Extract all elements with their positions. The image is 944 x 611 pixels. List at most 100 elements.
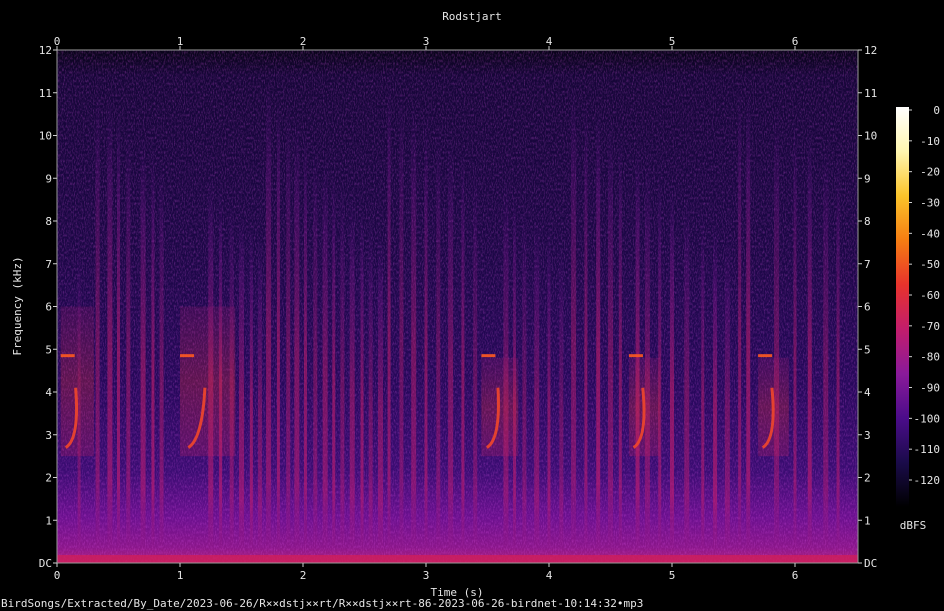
y-tick-label-right: 4 bbox=[864, 386, 871, 399]
y-tick-label: 11 bbox=[39, 87, 52, 100]
y-tick-label: 1 bbox=[45, 514, 52, 527]
click-streak bbox=[670, 186, 674, 551]
x-tick-label: 5 bbox=[669, 569, 676, 582]
click-streak bbox=[522, 203, 527, 551]
colorbar-tick-label: 0 bbox=[933, 104, 940, 117]
x-tick-label: 0 bbox=[54, 569, 61, 582]
spectrogram-plot bbox=[57, 50, 858, 563]
colorbar-ticks: 0 -10 -20 -30 -40 -50 -60 -70 -80 -90 -100 -110 -120 bbox=[909, 104, 940, 487]
click-streak bbox=[746, 92, 751, 551]
y-tick-label-right: 8 bbox=[864, 215, 871, 228]
click-streak bbox=[436, 126, 441, 551]
click-streak bbox=[249, 225, 253, 551]
colorbar-tick-label: -50 bbox=[920, 258, 940, 271]
click-streak bbox=[836, 156, 840, 551]
click-streak bbox=[559, 242, 564, 551]
click-streak bbox=[159, 161, 164, 551]
click-streak bbox=[584, 97, 588, 551]
colorbar-tick-label: -90 bbox=[920, 382, 940, 395]
x-tick-label: 6 bbox=[792, 569, 799, 582]
x-tick-label-top: 1 bbox=[177, 35, 184, 48]
click-streak bbox=[807, 131, 812, 551]
click-streak bbox=[349, 195, 355, 551]
click-streak bbox=[294, 118, 300, 551]
y-tick-label: DC bbox=[39, 557, 52, 570]
colorbar: 0 -10 -20 -30 -40 -50 -60 -70 -80 -90 -100 -110 -120… bbox=[896, 104, 940, 532]
x-tick-label-top: 6 bbox=[792, 35, 799, 48]
click-streak bbox=[151, 148, 155, 551]
y-tick-label: 3 bbox=[45, 429, 52, 442]
click-streak bbox=[424, 114, 428, 551]
click-streak bbox=[313, 144, 318, 551]
click-streak bbox=[618, 135, 622, 551]
x-tick-label-top: 0 bbox=[54, 35, 61, 48]
click-streak bbox=[377, 233, 383, 551]
click-streak bbox=[340, 182, 345, 551]
click-streak bbox=[95, 84, 100, 551]
click-streak bbox=[360, 208, 364, 551]
y-tick-label-right: 12 bbox=[864, 44, 877, 57]
y-axis-label: Frequency (kHz) bbox=[11, 256, 24, 355]
y-tick-label-right: 9 bbox=[864, 172, 871, 185]
x-tick-label-top: 2 bbox=[300, 35, 307, 48]
click-streak bbox=[473, 165, 478, 551]
song-phrase-region bbox=[180, 306, 236, 457]
click-streak bbox=[534, 216, 540, 551]
click-streak bbox=[635, 148, 640, 551]
click-streak bbox=[239, 212, 244, 551]
x-tick-label: 4 bbox=[546, 569, 553, 582]
colorbar-tick-label: -40 bbox=[920, 227, 940, 240]
colorbar-gradient bbox=[896, 107, 909, 507]
colorbar-tick-label: -60 bbox=[920, 289, 940, 302]
click-streak bbox=[126, 122, 131, 551]
y-tick-label: 8 bbox=[45, 215, 52, 228]
click-streak bbox=[257, 238, 262, 551]
click-streak bbox=[332, 169, 336, 551]
x-tick-label: 1 bbox=[177, 569, 184, 582]
click-streak bbox=[322, 156, 328, 551]
y-tick-label: 12 bbox=[39, 44, 52, 57]
colorbar-label: dBFS bbox=[900, 519, 927, 532]
click-streak bbox=[411, 101, 417, 551]
y-tick-label: 10 bbox=[39, 130, 52, 143]
click-streak bbox=[701, 212, 705, 551]
click-streak bbox=[684, 199, 690, 551]
dc-band bbox=[57, 555, 858, 563]
click-streak bbox=[461, 152, 465, 551]
x-tick-label: 3 bbox=[423, 569, 430, 582]
colorbar-tick-label: -80 bbox=[920, 351, 940, 364]
footer-file-path: BirdSongs/Extracted/By_Date/2023-06-26/R… bbox=[1, 597, 643, 610]
colorbar-tick-label: -120 bbox=[914, 474, 941, 487]
chart-title: Rodstjart bbox=[442, 10, 502, 23]
click-streak bbox=[387, 75, 391, 551]
x-tick-label-top: 5 bbox=[669, 35, 676, 48]
click-streak bbox=[571, 84, 577, 551]
click-streak bbox=[266, 79, 272, 551]
colorbar-tick-label: -70 bbox=[920, 320, 940, 333]
click-streak bbox=[793, 118, 797, 551]
click-streak bbox=[547, 229, 551, 551]
song-phrase-region bbox=[60, 306, 94, 457]
click-streak bbox=[713, 225, 718, 551]
x-tick-label-top: 3 bbox=[423, 35, 430, 48]
spectrogram-noise bbox=[57, 50, 858, 563]
y-tick-label-right: 3 bbox=[864, 429, 871, 442]
y-tick-label-right: 10 bbox=[864, 130, 877, 143]
y-tick-label: 5 bbox=[45, 343, 52, 356]
click-streak bbox=[596, 109, 601, 551]
y-tick-label: 2 bbox=[45, 472, 52, 485]
click-streak bbox=[140, 135, 146, 551]
y-tick-label: 4 bbox=[45, 386, 52, 399]
x-tick-label: 2 bbox=[300, 569, 307, 582]
colorbar-tick-label: -100 bbox=[914, 412, 941, 425]
y-tick-label-right: 2 bbox=[864, 472, 871, 485]
colorbar-tick-label: -10 bbox=[920, 135, 940, 148]
click-streak bbox=[774, 105, 780, 551]
click-streak bbox=[303, 131, 307, 551]
click-streak bbox=[738, 79, 742, 551]
y-tick-label-right: 11 bbox=[864, 87, 877, 100]
colorbar-tick-label: -110 bbox=[914, 443, 941, 456]
colorbar-tick-label: -30 bbox=[920, 197, 940, 210]
spectrogram-figure: Rodstjart 00112233445566 DC DC1 12 23 34 45 56… bbox=[1, 10, 940, 610]
y-tick-label-right: 5 bbox=[864, 343, 871, 356]
